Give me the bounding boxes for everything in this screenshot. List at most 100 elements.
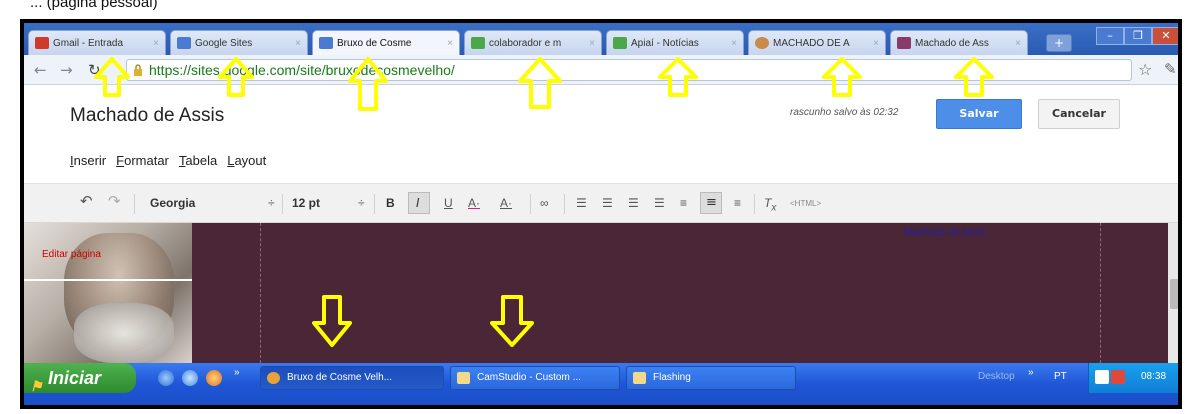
align-left-icon[interactable]: ≡ [680, 196, 687, 210]
close-window-button[interactable]: ✕ [1152, 27, 1178, 45]
tab-strip: Gmail - Entrada × Google Sites × Bruxo d… [24, 23, 1178, 55]
close-icon[interactable]: × [1015, 38, 1021, 49]
task-label: CamStudio - Custom ... [477, 372, 581, 383]
forward-arrow-icon[interactable]: → [60, 61, 73, 79]
indent-more-icon[interactable]: ☰ [654, 196, 665, 210]
back-arrow-icon[interactable]: ← [34, 61, 47, 79]
html-button[interactable]: <HTML> [790, 199, 821, 208]
chevron-right-icon[interactable]: » [1028, 367, 1034, 378]
align-center-button[interactable]: ≡ [700, 192, 722, 214]
underline-button[interactable]: U [444, 196, 453, 210]
close-icon[interactable]: × [589, 38, 595, 49]
align-right-icon[interactable]: ≡ [734, 196, 741, 210]
clear-formatting-icon[interactable]: Tx [764, 196, 776, 213]
wrench-icon[interactable]: ✎ [1164, 60, 1177, 78]
task-label: Flashing [653, 372, 691, 383]
tab-label: Machado de Ass [915, 37, 989, 49]
tab-label: colaborador e m [489, 37, 562, 49]
italic-button[interactable]: I [408, 192, 430, 214]
minimize-button[interactable]: – [1096, 27, 1124, 45]
menu-layout[interactable]: Layout [227, 153, 266, 168]
close-icon[interactable]: × [731, 38, 737, 49]
close-icon[interactable]: × [873, 38, 879, 49]
start-button[interactable]: ⚑ Iniciar [24, 363, 136, 394]
browser-window: Gmail - Entrada × Google Sites × Bruxo d… [20, 19, 1182, 409]
tab-label: Gmail - Entrada [53, 37, 124, 49]
windows-taskbar: ⚑ Iniciar » Bruxo de Cosme Velh... CamSt… [24, 363, 1178, 405]
bookmark-star-icon[interactable]: ☆ [1138, 60, 1152, 79]
font-size-select[interactable]: 12 pt [292, 196, 320, 210]
scrollbar-thumb[interactable] [1170, 279, 1178, 309]
bold-button[interactable]: B [386, 196, 395, 210]
toolbar-divider [530, 194, 531, 214]
cancel-button[interactable]: Cancelar [1038, 99, 1120, 129]
book-icon [897, 37, 911, 49]
toolbar-divider [754, 194, 755, 214]
chevron-right-icon[interactable]: » [234, 367, 240, 378]
chevron-updown-icon[interactable]: ÷ [268, 196, 275, 210]
toolbar-divider [282, 194, 283, 214]
arrow-up-icon [348, 57, 388, 111]
menu-table[interactable]: Tabela [179, 153, 217, 168]
close-icon[interactable]: × [447, 38, 453, 49]
close-icon[interactable]: × [295, 38, 301, 49]
folder-icon [457, 372, 470, 384]
system-tray: 08:38 [1088, 363, 1178, 393]
heading-link[interactable]: Machado de Assis [904, 227, 985, 238]
page-content: Editar página Machado de Assis [24, 223, 1178, 363]
close-icon[interactable]: × [153, 38, 159, 49]
arrow-down-icon [490, 295, 534, 347]
link-icon[interactable]: ∞ [540, 196, 549, 210]
arrow-up-icon [822, 57, 862, 97]
menu-format[interactable]: Formatar [116, 153, 169, 168]
address-bar: ← → ↻ https://sites.google.com/site/brux… [24, 55, 1178, 85]
text-color-button[interactable]: A· [468, 196, 480, 210]
tab-label: MACHADO DE A [773, 37, 850, 49]
firefox-icon[interactable] [206, 370, 222, 386]
tab-machado-de-a[interactable]: MACHADO DE A × [748, 30, 886, 55]
new-tab-button[interactable]: + [1046, 34, 1072, 52]
indent-less-icon[interactable]: ☰ [628, 196, 639, 210]
tab-apiai-noticias[interactable]: Apiaí - Notícias × [606, 30, 744, 55]
tab-gmail[interactable]: Gmail - Entrada × [28, 30, 166, 55]
format-toolbar: ↶ ↷ Georgia ÷ 12 pt ÷ B I U A· A· ∞ ☰ ☰ … [24, 183, 1178, 223]
tab-label: Apiaí - Notícias [631, 37, 699, 49]
tab-machado-de-assis[interactable]: Machado de Ass × [890, 30, 1028, 55]
sites-editor: Machado de Assis rascunho salvo às 02:32… [24, 85, 1178, 223]
edit-page-link[interactable]: Editar página [42, 249, 101, 260]
sites-icon [319, 37, 333, 49]
tab-bruxo-de-cosme[interactable]: Bruxo de Cosme × [312, 30, 460, 55]
arrow-up-icon [954, 57, 994, 97]
redo-icon[interactable]: ↷ [108, 192, 121, 210]
task-camstudio[interactable]: CamStudio - Custom ... [450, 366, 620, 390]
column-guide [1100, 223, 1101, 363]
page-caption: ... (pagina pessoal) [30, 0, 158, 11]
bulleted-list-icon[interactable]: ☰ [602, 196, 613, 210]
site-title: Machado de Assis [70, 105, 225, 126]
ie-icon[interactable] [158, 370, 174, 386]
tab-colaborador[interactable]: colaborador e m × [464, 30, 602, 55]
numbered-list-icon[interactable]: ☰ [576, 196, 587, 210]
arrow-up-icon [218, 57, 254, 97]
undo-icon[interactable]: ↶ [80, 192, 93, 210]
folder-icon [633, 372, 646, 384]
menu-insert[interactable]: Inserir [70, 153, 106, 168]
tab-google-sites[interactable]: Google Sites × [170, 30, 308, 55]
task-flashing[interactable]: Flashing [626, 366, 796, 390]
page-scrollbar[interactable] [1168, 223, 1178, 363]
chevron-updown-icon[interactable]: ÷ [358, 196, 365, 210]
desktop-toolbar[interactable]: Desktop [978, 371, 1015, 382]
tray-network-icon[interactable] [1111, 370, 1125, 384]
editor-menu: Inserir Formatar Tabela Layout [70, 153, 266, 168]
highlight-color-button[interactable]: A· [500, 196, 512, 210]
tray-app-icon[interactable] [1095, 370, 1109, 384]
tab-label: Bruxo de Cosme [337, 37, 412, 49]
browser-icon[interactable] [182, 370, 198, 386]
column-guide [260, 223, 261, 363]
maximize-button[interactable]: ❐ [1124, 27, 1152, 45]
url-text: https://sites.google.com/site/bruxodecos… [149, 62, 455, 78]
task-bruxo-de-cosme[interactable]: Bruxo de Cosme Velh... [260, 366, 444, 390]
language-indicator[interactable]: PT [1054, 371, 1067, 382]
font-family-select[interactable]: Georgia [150, 196, 195, 210]
save-button[interactable]: Salvar [936, 99, 1022, 129]
